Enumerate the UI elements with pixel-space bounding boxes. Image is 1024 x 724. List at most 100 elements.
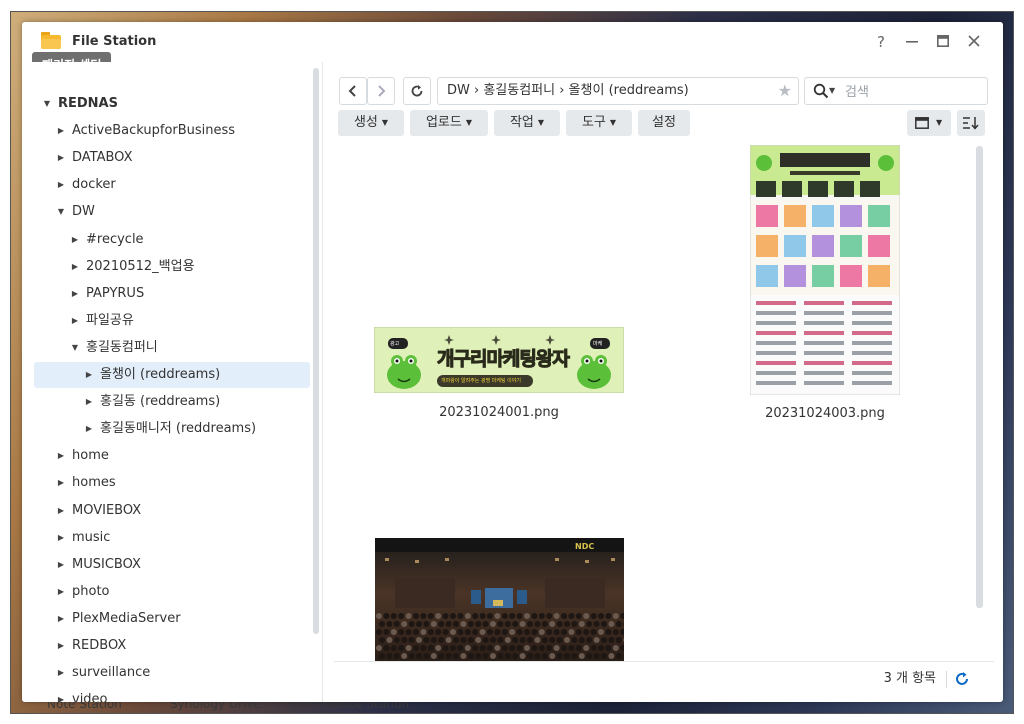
- file-station-window: File Station ? 패키지 센터 ▼REDNAS▶ActiveBack…: [22, 22, 1003, 702]
- expand-right-icon[interactable]: ▶: [56, 443, 66, 469]
- sidebar-item-label: DATABOX: [72, 150, 133, 166]
- sidebar-item[interactable]: ▶ homes: [34, 470, 310, 496]
- sidebar-item-label: PlexMediaServer: [72, 610, 181, 626]
- sidebar-item[interactable]: ▶ surveillance: [34, 660, 310, 686]
- sidebar-item[interactable]: ▶ #recycle: [34, 227, 310, 253]
- file-thumbnail-20231024001[interactable]: 광고 마케 개구리마케팅왕자 개마왕이 알려주는 광명 마케팅 이야기: [373, 326, 625, 394]
- expand-right-icon[interactable]: ▶: [70, 227, 80, 253]
- sidebar-item[interactable]: ▶ 올챙이 (reddreams): [34, 362, 310, 388]
- star-favorite-icon[interactable]: ★: [778, 78, 792, 104]
- expand-down-icon[interactable]: ▼: [56, 199, 66, 225]
- sidebar-item[interactable]: ▼ REDNAS: [34, 91, 310, 117]
- expand-right-icon[interactable]: ▶: [70, 281, 80, 307]
- expand-right-icon[interactable]: ▶: [56, 552, 66, 578]
- expand-right-icon[interactable]: ▶: [56, 145, 66, 171]
- sidebar-item[interactable]: ▶ 홍길동매니저 (reddreams): [34, 416, 310, 442]
- expand-right-icon[interactable]: ▶: [84, 416, 94, 442]
- sidebar-item-label: 홍길동 (reddreams): [100, 394, 221, 410]
- sidebar-item[interactable]: ▶ ActiveBackupforBusiness: [34, 118, 310, 144]
- refresh-button[interactable]: [403, 77, 431, 105]
- expand-right-icon[interactable]: ▶: [56, 118, 66, 144]
- settings-button[interactable]: 설정: [638, 110, 690, 136]
- sidebar-item[interactable]: ▶ MUSICBOX: [34, 552, 310, 578]
- upload-button[interactable]: 업로드 ▼: [410, 110, 488, 136]
- expand-right-icon[interactable]: ▶: [84, 362, 94, 388]
- status-refresh-icon[interactable]: [954, 671, 970, 687]
- settings-button-label: 설정: [652, 115, 676, 130]
- expand-right-icon[interactable]: ▶: [56, 606, 66, 632]
- expand-right-icon[interactable]: ▶: [56, 470, 66, 496]
- create-button[interactable]: 생성 ▼: [338, 110, 404, 136]
- expand-right-icon[interactable]: ▶: [56, 660, 66, 686]
- caret-down-icon: ▼: [936, 118, 943, 127]
- content-scrollbar[interactable]: [976, 146, 983, 608]
- search-input[interactable]: [843, 81, 982, 103]
- path-breadcrumb[interactable]: DW › 홍길동컴퍼니 › 올챙이 (reddreams): [447, 78, 689, 104]
- sidebar-item-label: MUSICBOX: [72, 556, 141, 572]
- expand-right-icon[interactable]: ▶: [56, 579, 66, 605]
- sidebar-item[interactable]: ▶ photo: [34, 579, 310, 605]
- sidebar-item-label: DW: [72, 204, 95, 220]
- expand-right-icon[interactable]: ▶: [84, 389, 94, 415]
- search-caret-icon[interactable]: ▼: [829, 78, 835, 104]
- file-thumbnail-20231024003[interactable]: [749, 144, 901, 396]
- sidebar-item-label: REDBOX: [72, 638, 127, 653]
- sidebar-item[interactable]: ▶ music: [34, 525, 310, 551]
- path-bar[interactable]: DW › 홍길동컴퍼니 › 올챙이 (reddreams) ★: [437, 77, 799, 105]
- expand-right-icon[interactable]: ▶: [70, 254, 80, 280]
- action-button[interactable]: 작업 ▼: [494, 110, 560, 136]
- view-mode-button[interactable]: ▼: [907, 110, 951, 136]
- sidebar-item[interactable]: ▶ home: [34, 443, 310, 469]
- sidebar-item[interactable]: ▶ REDBOX: [34, 633, 310, 659]
- back-button[interactable]: [339, 77, 367, 105]
- thumbnail-view-icon: [915, 117, 929, 129]
- sort-button[interactable]: [957, 110, 985, 136]
- sidebar-item[interactable]: ▶ 파일공유: [34, 308, 310, 334]
- sidebar-item[interactable]: ▶ DATABOX: [34, 145, 310, 171]
- forward-button[interactable]: [367, 77, 395, 105]
- title-bar[interactable]: File Station ?: [22, 22, 1003, 62]
- expand-right-icon[interactable]: ▶: [56, 498, 66, 524]
- caret-down-icon: ▼: [537, 118, 545, 127]
- sidebar-item[interactable]: ▶ PAPYRUS: [34, 281, 310, 307]
- sidebar-item[interactable]: ▶ MOVIEBOX: [34, 498, 310, 524]
- maximize-button[interactable]: [933, 32, 953, 52]
- sidebar-item-label: home: [72, 448, 109, 464]
- minimize-button[interactable]: [902, 32, 922, 52]
- tools-button[interactable]: 도구 ▼: [566, 110, 632, 136]
- tools-button-label: 도구: [581, 115, 606, 130]
- expand-down-icon[interactable]: ▼: [70, 335, 80, 361]
- search-box[interactable]: ▼: [804, 77, 988, 105]
- sidebar-item[interactable]: ▶ video: [34, 687, 310, 702]
- sidebar-item-label: 파일공유: [86, 312, 134, 328]
- sidebar-item[interactable]: ▶ docker: [34, 172, 310, 198]
- expand-right-icon[interactable]: ▶: [56, 633, 66, 659]
- sidebar-item-label: music: [72, 529, 111, 545]
- status-bar: 3 개 항목: [334, 661, 994, 696]
- sidebar-item-label: #recycle: [86, 231, 144, 247]
- expand-down-icon[interactable]: ▼: [42, 91, 52, 117]
- refresh-icon: [411, 85, 423, 97]
- expand-right-icon[interactable]: ▶: [56, 687, 66, 702]
- close-icon: [968, 35, 980, 47]
- close-button[interactable]: [964, 32, 984, 52]
- expand-right-icon[interactable]: ▶: [70, 308, 80, 334]
- sidebar-item[interactable]: ▶ 홍길동 (reddreams): [34, 389, 310, 415]
- sidebar-item[interactable]: ▼ 홍길동컴퍼니: [34, 335, 310, 361]
- help-button[interactable]: ?: [871, 32, 891, 52]
- expand-right-icon[interactable]: ▶: [56, 172, 66, 198]
- sidebar-item[interactable]: ▶ PlexMediaServer: [34, 606, 310, 632]
- window-title: File Station: [72, 34, 157, 49]
- sidebar-item-label: surveillance: [72, 665, 151, 681]
- banner-badge-right: 마케: [593, 341, 603, 347]
- sidebar-item[interactable]: ▼ DW: [34, 199, 310, 225]
- expand-right-icon[interactable]: ▶: [56, 525, 66, 551]
- sidebar-item-label: 20210512_백업용: [86, 258, 195, 274]
- conference-photo: [375, 538, 624, 661]
- file-name-2[interactable]: 20231024003.png: [725, 406, 925, 421]
- search-icon[interactable]: [813, 83, 829, 99]
- sidebar-item[interactable]: ▶ 20210512_백업용: [34, 254, 310, 280]
- file-thumbnail-3[interactable]: NDC: [375, 538, 624, 661]
- sidebar-scrollbar[interactable]: [313, 68, 319, 634]
- file-name-1[interactable]: 20231024001.png: [399, 405, 599, 420]
